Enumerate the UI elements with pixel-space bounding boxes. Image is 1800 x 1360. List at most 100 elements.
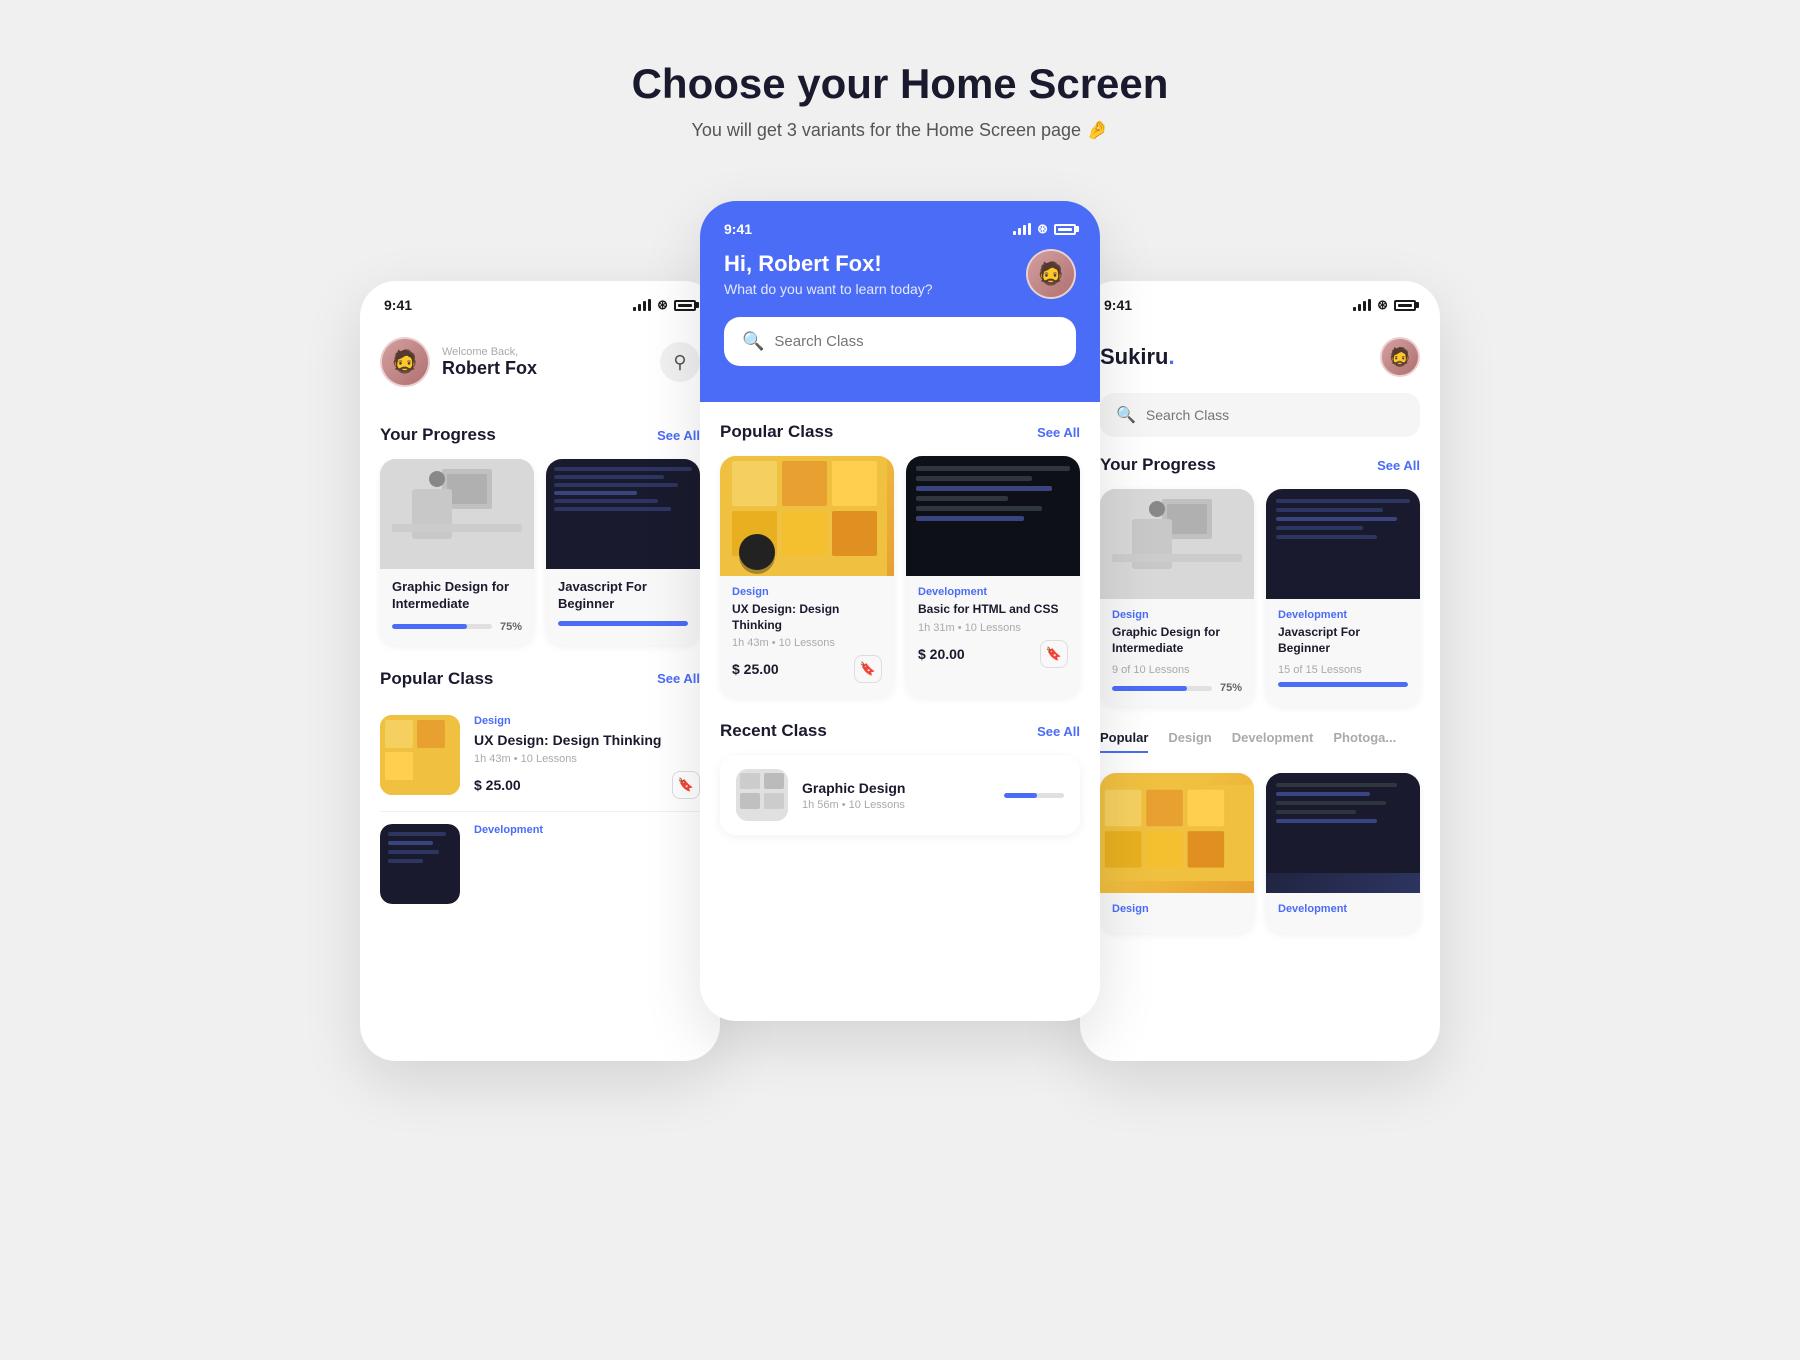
- right-search-icon: 🔍: [1116, 405, 1136, 425]
- left-phone-body: Your Progress See All: [360, 405, 720, 928]
- right-popular-info-design: Design: [1100, 893, 1254, 933]
- center-popular-price-design: $ 25.00: [732, 661, 779, 677]
- right-design-progress-wrap: 75%: [1112, 682, 1242, 694]
- popular-thumb-1: [380, 715, 460, 795]
- left-progress-see-all[interactable]: See All: [657, 428, 700, 443]
- cat-tab-popular[interactable]: Popular: [1100, 730, 1148, 753]
- center-bookmark-design[interactable]: 🔖: [854, 655, 882, 683]
- popular-thumb-img-1: [380, 715, 460, 795]
- right-js-progress-wrap: [1278, 682, 1408, 687]
- center-popular-card-dev[interactable]: Development Basic for HTML and CSS 1h 31…: [906, 456, 1080, 697]
- brand-dot: .: [1168, 344, 1174, 369]
- center-popular-price-row-dev: $ 20.00 🔖: [918, 640, 1068, 668]
- center-greeting-text: Hi, Robert Fox! What do you want to lear…: [724, 251, 933, 297]
- center-status-bar: 9:41 ⊛: [724, 221, 1076, 249]
- design-progress-pct: 75%: [500, 621, 522, 633]
- right-phone: 9:41 ⊛ Sukiru. 🧔: [1080, 281, 1440, 1061]
- center-search-input[interactable]: [774, 333, 1058, 350]
- center-greeting-subtitle: What do you want to learn today?: [724, 281, 933, 297]
- right-search-bar[interactable]: 🔍: [1100, 393, 1420, 437]
- center-search-bar[interactable]: 🔍: [724, 317, 1076, 366]
- popular-info-1: Design UX Design: Design Thinking 1h 43m…: [474, 715, 700, 799]
- popular-meta-1: 1h 43m • 10 Lessons: [474, 753, 700, 765]
- left-popular-title: Popular Class: [380, 669, 493, 689]
- search-button[interactable]: ⚲: [660, 342, 700, 382]
- center-time: 9:41: [724, 221, 752, 237]
- right-design-progress-fill: [1112, 686, 1187, 691]
- right-popular-info-dev: Development: [1266, 893, 1420, 933]
- center-popular-badge-dev: Development: [918, 586, 1068, 598]
- recent-thumb: [736, 769, 788, 821]
- design-card-img: [380, 459, 534, 569]
- center-phone: 9:41 ⊛ Hi, Robert Fox!: [700, 201, 1100, 1021]
- brand-text: Sukiru: [1100, 344, 1168, 369]
- left-time: 9:41: [384, 297, 412, 313]
- right-status-icons: ⊛: [1353, 297, 1416, 313]
- left-popular-see-all[interactable]: See All: [657, 671, 700, 686]
- cat-tab-photog[interactable]: Photoga...: [1333, 730, 1396, 753]
- left-progress-title: Your Progress: [380, 425, 496, 445]
- center-popular-grid: Design UX Design: Design Thinking 1h 43m…: [720, 456, 1080, 697]
- center-recent-item[interactable]: Graphic Design 1h 56m • 10 Lessons: [720, 755, 1080, 835]
- design-card-title: Graphic Design for Intermediate: [392, 579, 522, 613]
- left-progress-card-js[interactable]: Javascript For Beginner: [546, 459, 700, 645]
- right-search-input[interactable]: [1146, 407, 1404, 423]
- right-design-info: Design Graphic Design for Intermediate 9…: [1100, 599, 1254, 706]
- right-popular-card-design[interactable]: Design: [1100, 773, 1254, 933]
- user-name: Robert Fox: [442, 358, 537, 379]
- right-design-img: [1100, 489, 1254, 599]
- center-bookmark-dev[interactable]: 🔖: [1040, 640, 1068, 668]
- center-popular-title-dev: Basic for HTML and CSS: [918, 602, 1068, 618]
- center-recent-title: Recent Class: [720, 721, 827, 741]
- center-status-icons: ⊛: [1013, 221, 1076, 237]
- right-js-lessons: 15 of 15 Lessons: [1278, 664, 1408, 676]
- right-signal-icon: [1353, 299, 1371, 311]
- center-blue-header: 9:41 ⊛ Hi, Robert Fox!: [700, 201, 1100, 402]
- design-illustration: [380, 459, 534, 569]
- code-illustration: [906, 456, 1080, 576]
- js-progress-fill: [558, 621, 688, 626]
- right-status-bar: 9:41 ⊛: [1080, 281, 1440, 323]
- center-popular-card-design[interactable]: Design UX Design: Design Thinking 1h 43m…: [720, 456, 894, 697]
- center-popular-meta-dev: 1h 31m • 10 Lessons: [918, 622, 1068, 634]
- right-popular-card-dev[interactable]: Development: [1266, 773, 1420, 933]
- center-recent-see-all[interactable]: See All: [1037, 724, 1080, 739]
- design-progress-bg: [392, 624, 492, 629]
- center-battery-icon: [1054, 224, 1076, 235]
- design-progress-wrap: 75%: [392, 621, 522, 633]
- left-popular-item-1[interactable]: Design UX Design: Design Thinking 1h 43m…: [380, 703, 700, 812]
- right-avatar: 🧔: [1380, 337, 1420, 377]
- page-subtitle: You will get 3 variants for the Home Scr…: [692, 120, 1109, 141]
- recent-info: Graphic Design 1h 56m • 10 Lessons: [802, 780, 990, 811]
- center-greeting-row: Hi, Robert Fox! What do you want to lear…: [724, 249, 1076, 299]
- right-design-pct: 75%: [1220, 682, 1242, 694]
- page-title: Choose your Home Screen: [632, 60, 1169, 108]
- left-popular-header: Popular Class See All: [380, 669, 700, 689]
- right-progress-card-js[interactable]: Development Javascript For Beginner 15 o…: [1266, 489, 1420, 706]
- popular-thumb-img-2: [380, 824, 460, 904]
- center-phone-body: Popular Class See All: [700, 402, 1100, 859]
- left-status-icons: ⊛: [633, 297, 696, 313]
- right-progress-header: Your Progress See All: [1100, 455, 1420, 475]
- left-header-row: 🧔 Welcome Back, Robert Fox ⚲: [380, 337, 700, 387]
- greeting-name: Robert Fox!: [758, 251, 881, 276]
- center-popular-title: Popular Class: [720, 422, 833, 442]
- greeting-hi: Hi,: [724, 251, 758, 276]
- cat-tab-development[interactable]: Development: [1232, 730, 1314, 753]
- center-popular-price-row-design: $ 25.00 🔖: [732, 655, 882, 683]
- left-popular-item-2[interactable]: Development: [380, 812, 700, 904]
- center-popular-see-all[interactable]: See All: [1037, 425, 1080, 440]
- right-progress-card-design[interactable]: Design Graphic Design for Intermediate 9…: [1100, 489, 1254, 706]
- left-progress-card-design[interactable]: Graphic Design for Intermediate 75%: [380, 459, 534, 645]
- brand-name: Sukiru.: [1100, 344, 1175, 370]
- design-card-info: Graphic Design for Intermediate 75%: [380, 569, 534, 645]
- right-js-progress-fill: [1278, 682, 1408, 687]
- right-progress-see-all[interactable]: See All: [1377, 458, 1420, 473]
- center-wifi-icon: ⊛: [1037, 221, 1048, 237]
- recent-meta: 1h 56m • 10 Lessons: [802, 799, 990, 811]
- bookmark-button-1[interactable]: 🔖: [672, 771, 700, 799]
- center-avatar: 🧔: [1026, 249, 1076, 299]
- left-progress-grid: Graphic Design for Intermediate 75%: [380, 459, 700, 645]
- cat-tab-design[interactable]: Design: [1168, 730, 1211, 753]
- right-design-lessons: 9 of 10 Lessons: [1112, 664, 1242, 676]
